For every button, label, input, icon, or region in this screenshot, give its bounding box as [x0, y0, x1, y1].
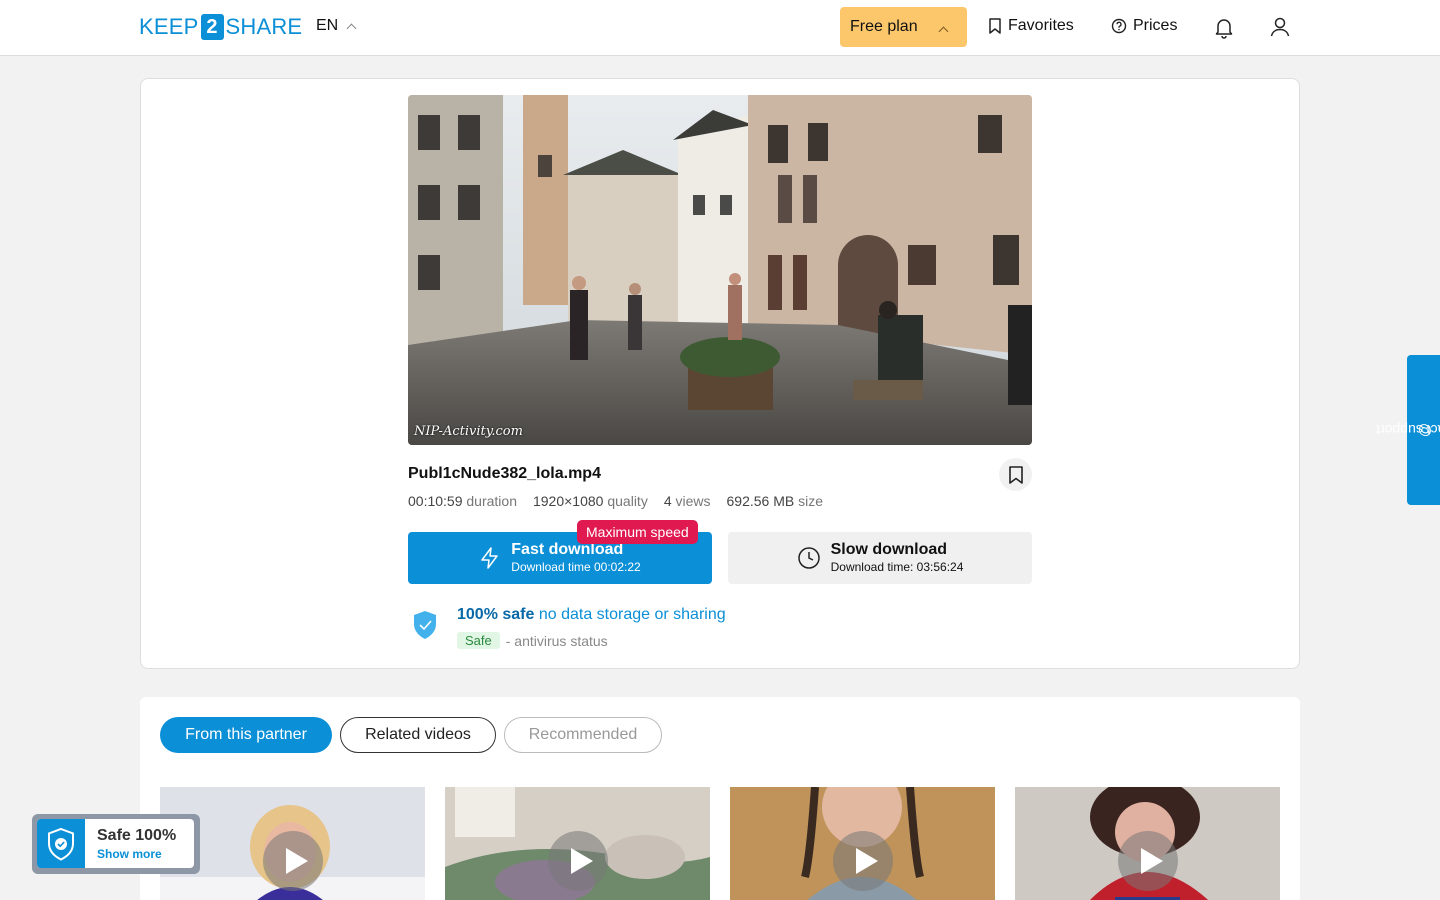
top-header: KEEP 2 SHARE EN Free plan Favorites Pric…: [0, 0, 1440, 56]
tab-from-partner[interactable]: From this partner: [160, 717, 332, 753]
file-name: Publ1cNude382_lola.mp4: [408, 465, 601, 482]
preview-image: [408, 95, 1032, 445]
help-circle-icon: [1111, 18, 1127, 34]
safe-chip: Safe: [457, 632, 500, 649]
safety-info: 100% safe no data storage or sharing Saf…: [412, 606, 892, 656]
video-thumbnail[interactable]: [1015, 787, 1280, 900]
logo[interactable]: KEEP 2 SHARE: [139, 14, 302, 40]
clock-icon: [797, 547, 820, 569]
chevron-up-icon: [346, 23, 357, 33]
tab-recommended[interactable]: Recommended: [504, 717, 662, 753]
fast-download-time: Download time 00:02:22: [511, 560, 641, 574]
logo-share: SHARE: [225, 14, 303, 39]
chevron-up-icon: [938, 26, 949, 37]
size-meta: 692.56 MB size: [726, 493, 824, 509]
prices-link[interactable]: Prices: [1111, 17, 1177, 35]
add-favorite-button[interactable]: [999, 458, 1032, 491]
views-meta: 4 views: [663, 493, 711, 509]
play-icon: [1117, 831, 1178, 891]
safe-widget-title: Safe 100%: [97, 827, 177, 844]
language-label: EN: [316, 17, 339, 34]
slow-download-title: Slow download: [830, 541, 948, 558]
play-icon: [547, 831, 608, 891]
plan-button[interactable]: Free plan: [840, 7, 967, 47]
watermark: NIP-Activity.com: [414, 424, 523, 439]
safety-headline: 100% safe no data storage or sharing: [457, 606, 726, 623]
logo-number: 2: [200, 14, 224, 40]
favorites-link[interactable]: Favorites: [988, 17, 1074, 35]
contact-support-tab[interactable]: @ contact support: [1375, 355, 1440, 505]
shield-check-icon: [414, 611, 436, 639]
logo-keep: KEEP: [139, 14, 199, 39]
favorites-label: Favorites: [1008, 17, 1074, 34]
user-icon[interactable]: [1268, 15, 1292, 39]
shield-check-icon: [48, 827, 74, 861]
bookmark-icon: [989, 18, 1001, 34]
duration-meta: 00:10:59 duration: [408, 493, 517, 509]
play-icon: [832, 831, 893, 891]
plan-label: Free plan: [850, 18, 918, 35]
bell-icon[interactable]: [1212, 15, 1236, 39]
contact-support-label: @ contact support: [1375, 422, 1440, 438]
video-thumbnail[interactable]: [730, 787, 995, 900]
safe-widget[interactable]: Safe 100% Show more: [32, 814, 200, 874]
file-meta: 00:10:59 duration 1920×1080 quality 4 vi…: [408, 493, 823, 509]
video-thumbnail[interactable]: [445, 787, 710, 900]
maximum-speed-badge: Maximum speed: [577, 520, 698, 544]
lightning-icon: [481, 547, 499, 569]
quality-meta: 1920×1080 quality: [532, 493, 648, 509]
slow-download-button[interactable]: Slow download Download time: 03:56:24: [728, 532, 1032, 584]
video-preview[interactable]: NIP-Activity.com: [408, 95, 1032, 445]
safe-widget-link[interactable]: Show more: [97, 847, 162, 861]
antivirus-status-label: - antivirus status: [505, 632, 608, 649]
play-icon: [262, 831, 323, 891]
antivirus-status: Safe - antivirus status: [457, 632, 608, 649]
bookmark-icon: [1008, 465, 1023, 484]
language-selector[interactable]: EN: [316, 17, 357, 35]
tab-related-videos[interactable]: Related videos: [340, 717, 496, 753]
prices-label: Prices: [1133, 17, 1178, 34]
slow-download-time: Download time: 03:56:24: [830, 560, 964, 574]
